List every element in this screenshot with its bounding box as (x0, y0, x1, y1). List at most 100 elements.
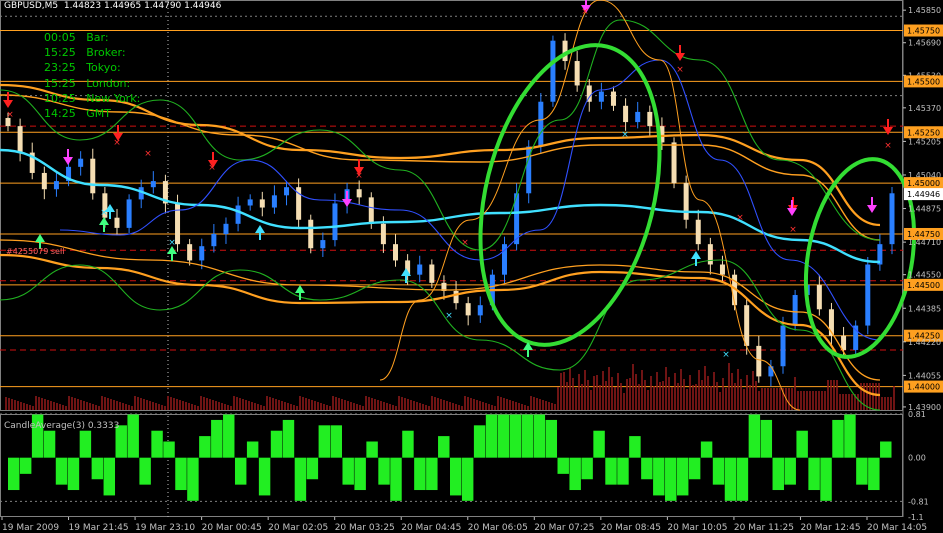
target-marker: × (168, 238, 176, 248)
time-tick-label: 19 Mar 2009 (2, 523, 59, 533)
session-label: Tokyo: (86, 61, 121, 74)
indicator-bar (330, 425, 342, 458)
indicator-bar (665, 457, 677, 501)
session-time: 14:25 (44, 107, 76, 120)
indicator-bar (473, 425, 486, 458)
level-price-label: 1.45000 (907, 179, 940, 188)
level-price-label: 1.44500 (907, 281, 940, 290)
symbol-timeframe: GBPUSD,M5 (4, 1, 59, 11)
candle-body (707, 244, 713, 265)
indicator-bar (127, 414, 139, 458)
candle-body (320, 240, 326, 249)
candle-body (247, 199, 253, 206)
session-row-0: 00:05 Bar: (44, 31, 109, 44)
indicator-tick-label: -0.81 (908, 497, 929, 506)
stop-marker: × (208, 163, 216, 173)
indicator-bar (593, 430, 605, 458)
target-marker: × (621, 130, 629, 140)
time-tick-label: 19 Mar 21:45 (69, 523, 129, 533)
annotation-ellipse (478, 43, 662, 347)
stop-marker: × (789, 225, 797, 235)
candle-body (284, 187, 290, 196)
indicator-bar (736, 457, 749, 501)
indicator-bar (19, 457, 32, 474)
indicator-bar (246, 441, 259, 458)
indicator-bar (450, 457, 462, 496)
indicator-bar (163, 441, 175, 458)
envelope-upper (0, 83, 881, 227)
chart-window[interactable]: × × × × × × × × × × × × × × × × 1.45850 1.45750 1.45690 1.4… (0, 0, 943, 533)
indicator-bar (43, 430, 56, 458)
session-time: 00:05 (44, 31, 76, 44)
indicator-bar (545, 419, 558, 458)
candle-body (417, 264, 423, 275)
session-row-2: 23:25 Tokyo: (44, 61, 121, 74)
candle-body (816, 284, 822, 310)
candle-body (768, 366, 774, 377)
indicator-bar (509, 414, 522, 458)
candle-body (865, 264, 871, 326)
candle-body (719, 264, 725, 275)
buy-arrow (35, 234, 45, 242)
candle-body (368, 197, 374, 224)
candle-body (308, 219, 314, 249)
level-price-label: 1.45250 (907, 128, 940, 137)
indicator-bar (402, 430, 414, 458)
time-tick-label: 20 Mar 11:25 (734, 523, 794, 533)
session-label: Bar: (86, 31, 109, 44)
time-tick-label: 20 Mar 02:05 (268, 523, 328, 533)
indicator-bar (796, 430, 808, 458)
bollinger-upper (0, 19, 881, 251)
indicator-bar (67, 457, 80, 491)
indicator-bar (258, 457, 271, 496)
time-tick-label: 20 Mar 06:05 (468, 523, 528, 533)
candle-body (889, 193, 895, 245)
stop-marker: × (144, 149, 152, 159)
indicator-bar (390, 457, 402, 501)
price-tick-label: 1.45850 (908, 6, 941, 15)
level-price-label: 1.44000 (907, 383, 940, 392)
candle-body (780, 325, 786, 367)
price-tick-label: 1.44220 (908, 338, 941, 347)
price-tick-label: 1.44055 (908, 371, 941, 380)
indicator-bar (270, 430, 283, 458)
indicator-bar (234, 457, 247, 485)
candle-body (259, 199, 265, 208)
stop-marker: × (884, 141, 892, 151)
price-tick-label: 1.44385 (908, 304, 941, 313)
candle-body (477, 305, 483, 316)
candle-body (356, 189, 362, 198)
candle-body (538, 101, 544, 147)
indicator-tick-label: -1.1 (908, 513, 924, 522)
indicator-bar (187, 457, 199, 501)
candle-body (671, 142, 677, 184)
indicator-title: CandleAverage(3) 0.3333 (4, 421, 120, 431)
stop-marker: × (676, 65, 684, 75)
candle-body (683, 183, 689, 220)
indicator-bar (103, 457, 116, 496)
candle-body (744, 305, 750, 346)
indicator-bar (688, 457, 701, 480)
pink-arrow (867, 205, 877, 213)
time-tick-label: 20 Mar 00:45 (202, 523, 262, 533)
indicator-bar (832, 419, 844, 458)
candle-body (126, 199, 132, 228)
indicator-bar (294, 457, 307, 501)
indicator-bar (79, 430, 92, 458)
indicator-bar (724, 457, 737, 501)
candle-body (574, 61, 580, 86)
candle-body (114, 217, 120, 228)
indicator-bar (438, 436, 450, 458)
session-row-1: 15:25 Broker: (44, 46, 126, 59)
candle-body (453, 290, 459, 304)
cyan-arrow (691, 251, 701, 259)
indicator-bar (306, 457, 319, 480)
candle-body (598, 91, 604, 102)
indicator-bar (712, 457, 725, 485)
indicator-bar (497, 414, 510, 458)
main-plot-frame (0, 0, 903, 411)
indicator-bar (569, 457, 581, 491)
indicator-tick-label: 0.81 (908, 410, 926, 419)
price-chart[interactable]: × × × × × × × × × × × × × × × × 1.45850 1.45750 1.45690 1.4… (0, 0, 943, 533)
indicator-bar (605, 457, 617, 485)
